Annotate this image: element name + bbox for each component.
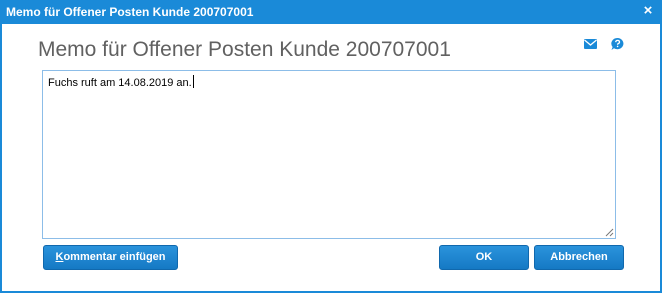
memo-textarea[interactable]: Fuchs ruft am 14.08.2019 an.	[42, 70, 616, 239]
memo-text: Fuchs ruft am 14.08.2019 an.	[48, 75, 194, 89]
page-title: Memo für Offener Posten Kunde 200707001	[38, 38, 451, 61]
comment-label: ommentar einfügen	[63, 251, 166, 263]
window-title: Memo für Offener Posten Kunde 200707001	[6, 5, 254, 19]
help-icon[interactable]	[610, 37, 626, 51]
title-bar: Memo für Offener Posten Kunde 200707001 …	[0, 0, 662, 24]
resize-grip-icon[interactable]	[605, 228, 614, 237]
memo-dialog: Memo für Offener Posten Kunde 200707001 …	[0, 0, 662, 293]
ok-button[interactable]: OK	[439, 245, 529, 270]
close-icon[interactable]: ×	[640, 3, 656, 19]
cancel-button[interactable]: Abbrechen	[534, 245, 624, 270]
mail-icon[interactable]	[583, 37, 599, 51]
text-cursor	[192, 75, 194, 88]
insert-comment-button[interactable]: Kommentar einfügen	[43, 245, 178, 270]
